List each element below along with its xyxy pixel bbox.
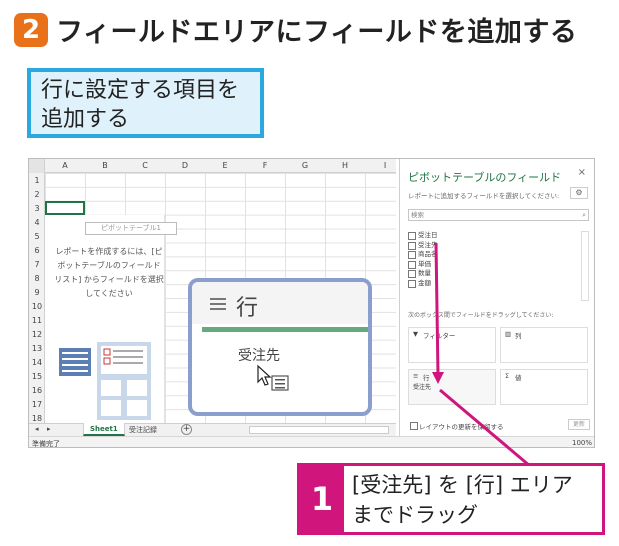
column-header-h[interactable]: H	[325, 161, 365, 170]
columns-icon: ▥	[505, 330, 512, 338]
drag-cursor-icon	[257, 364, 289, 391]
pivot-hint-text: レポートを作成するには、[ピ ボットテーブルのフィールド リスト] からフィール…	[49, 245, 169, 301]
sigma-icon: Σ	[505, 372, 510, 380]
instruction-text: [受注先] を [行] エリア までドラッグ	[344, 466, 581, 532]
row-header[interactable]: 14	[29, 358, 45, 367]
row-header[interactable]: 12	[29, 330, 45, 339]
drop-indicator	[202, 327, 368, 332]
column-header-c[interactable]: C	[125, 161, 165, 170]
column-header-g[interactable]: G	[285, 161, 325, 170]
row-header[interactable]: 10	[29, 302, 45, 311]
callout-box: 行に設定する項目を 追加する	[27, 68, 264, 138]
instruction-line-1: [受注先] を [行] エリア	[352, 473, 573, 497]
row-header[interactable]: 8	[29, 274, 45, 283]
status-text: 準備完了	[32, 440, 60, 448]
select-all-corner[interactable]	[29, 159, 45, 173]
rows-icon	[210, 298, 226, 310]
field-checkbox[interactable]: 受注日	[408, 231, 589, 241]
field-checkbox[interactable]: 商品名	[408, 250, 589, 260]
column-header-d[interactable]: D	[165, 161, 205, 170]
column-header-f[interactable]: F	[245, 161, 285, 170]
horizontal-scrollbar[interactable]	[249, 426, 389, 434]
row-header[interactable]: 1	[29, 176, 45, 185]
row-header[interactable]: 18	[29, 414, 45, 423]
pivot-table-name: ピボットテーブル1	[85, 222, 177, 235]
row-header[interactable]: 17	[29, 400, 45, 409]
callout-line-1: 行に設定する項目を	[41, 78, 240, 103]
rows-icon: ≡	[413, 372, 419, 380]
page: 2 フィールドエリアにフィールドを追加する 行に設定する項目を 追加する A B…	[0, 0, 619, 546]
filter-icon: ▼	[413, 330, 418, 338]
row-header[interactable]: 5	[29, 232, 45, 241]
field-checkbox[interactable]: 単価	[408, 260, 589, 270]
rows-area-label: 行	[423, 374, 430, 382]
rows-area[interactable]: ≡ 行 受注先	[408, 369, 496, 405]
pivot-field-pane: ピボットテーブルのフィールド × レポートに追加するフィールドを選択してください…	[399, 159, 594, 436]
zoom-level[interactable]: 100%	[572, 439, 592, 447]
row-header[interactable]: 11	[29, 316, 45, 325]
sheet-tab-orders[interactable]: 受注記録	[129, 425, 157, 435]
pivot-illustration-icon	[59, 342, 151, 420]
step-title: フィールドエリアにフィールドを追加する	[56, 17, 578, 48]
pane-subtitle: レポートに追加するフィールドを選択してください:	[408, 192, 560, 200]
field-search-input[interactable]: 検索 ⌕	[408, 209, 589, 221]
field-checkbox[interactable]: 数量	[408, 269, 589, 279]
pane-title: ピボットテーブルのフィールド	[408, 171, 562, 184]
field-list-scrollbar[interactable]	[581, 231, 589, 301]
close-icon[interactable]: ×	[578, 167, 586, 178]
add-sheet-button[interactable]: +	[181, 424, 192, 435]
step-number-badge: 2	[14, 12, 48, 47]
search-icon: ⌕	[582, 211, 586, 219]
field-checkbox[interactable]: 受注先	[408, 241, 589, 251]
row-header[interactable]: 16	[29, 386, 45, 395]
row-header[interactable]: 4	[29, 218, 45, 227]
search-placeholder: 検索	[411, 211, 424, 219]
zoom-dragged-field: 受注先	[238, 348, 280, 364]
scroll-left-icon[interactable]: ◂	[35, 425, 39, 433]
row-header[interactable]: 13	[29, 344, 45, 353]
sheet-tab-bar: ◂ ▸ Sheet1 受注記録 +	[29, 423, 396, 436]
field-list: 受注日 受注先 商品名 単価 数量 金額	[408, 231, 589, 303]
instruction-line-2: までドラッグ	[352, 503, 478, 527]
pivot-hint-line: ボットテーブルのフィールド	[57, 261, 161, 270]
sheet-tab-sheet1[interactable]: Sheet1	[83, 423, 125, 436]
areas-hint: 次のボックス間でフィールドをドラッグしてください:	[408, 312, 554, 319]
column-headers: A B C D E F G H I	[29, 159, 396, 173]
status-bar: 準備完了 100%	[29, 436, 594, 448]
columns-area-label: 列	[515, 332, 522, 340]
instruction-box: 1 [受注先] を [行] エリア までドラッグ	[297, 463, 605, 535]
rows-area-item[interactable]: 受注先	[413, 382, 431, 391]
field-checkbox[interactable]: 金額	[408, 279, 589, 289]
values-area-label: 値	[515, 374, 522, 382]
row-header[interactable]: 6	[29, 246, 45, 255]
row-header[interactable]: 3	[29, 204, 45, 213]
filter-area-label: フィルター	[423, 332, 456, 340]
row-header[interactable]: 15	[29, 372, 45, 381]
update-button[interactable]: 更新	[568, 419, 590, 430]
values-area[interactable]: Σ 値	[500, 369, 588, 405]
selected-cell[interactable]	[45, 201, 85, 215]
column-header-e[interactable]: E	[205, 161, 245, 170]
instruction-number: 1	[300, 466, 344, 532]
column-header-b[interactable]: B	[85, 161, 125, 170]
row-header[interactable]: 7	[29, 260, 45, 269]
row-headers: 1 2 3 4 5 6 7 8 9 10 11 12 13 14 15 16 1…	[29, 173, 45, 423]
scroll-right-icon[interactable]: ▸	[47, 425, 51, 433]
pivot-hint-line: レポートを作成するには、[ピ	[55, 247, 163, 256]
row-header[interactable]: 2	[29, 190, 45, 199]
column-header-a[interactable]: A	[45, 161, 85, 170]
zoom-callout: 行 受注先	[188, 278, 372, 416]
columns-area[interactable]: ▥ 列	[500, 327, 588, 363]
zoom-rows-title: 行	[236, 296, 259, 321]
pivot-hint-line: してください	[85, 289, 133, 298]
row-header[interactable]: 9	[29, 288, 45, 297]
gear-icon[interactable]: ⚙	[570, 187, 588, 199]
filter-area[interactable]: ▼ フィルター	[408, 327, 496, 363]
step-heading: 2 フィールドエリアにフィールドを追加する	[14, 10, 577, 49]
callout-line-2: 追加する	[41, 107, 130, 132]
pivot-hint-line: リスト] からフィールドを選択	[54, 275, 164, 284]
defer-update-checkbox[interactable]: レイアウトの更新を保留する	[410, 421, 504, 431]
